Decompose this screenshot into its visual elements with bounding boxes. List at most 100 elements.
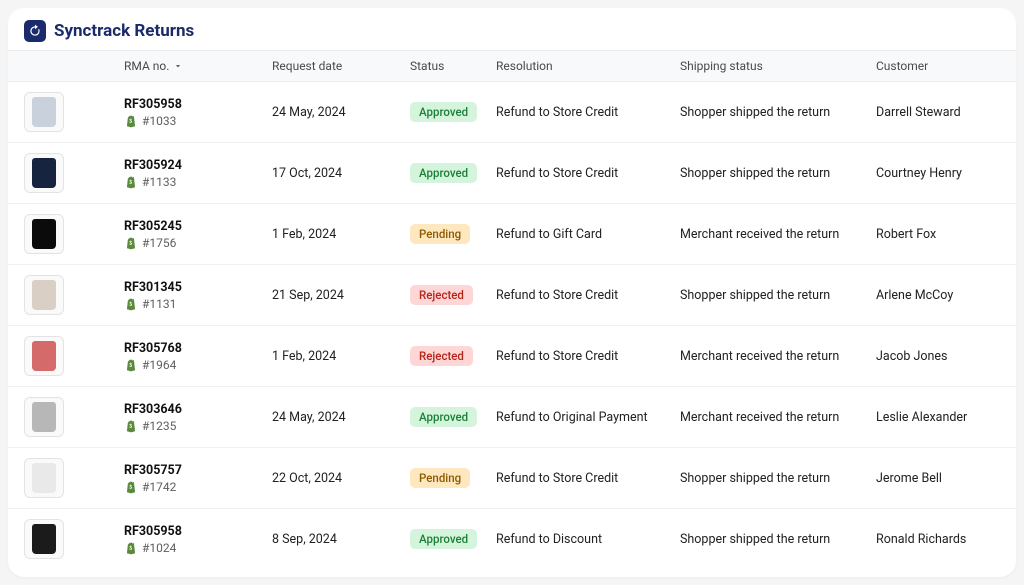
order-number[interactable]: #1131	[142, 297, 176, 311]
resolution: Refund to Store Credit	[496, 288, 680, 303]
product-thumbnail[interactable]	[24, 336, 64, 376]
shopify-bag-icon	[124, 541, 138, 555]
table-row[interactable]: RF303646#123524 May, 2024ApprovedRefund …	[8, 387, 1016, 448]
product-thumb-cell	[24, 153, 124, 193]
table-row[interactable]: RF305958#103324 May, 2024ApprovedRefund …	[8, 82, 1016, 143]
chevron-down-icon	[173, 61, 183, 71]
table-row[interactable]: RF305924 #1133 17 Oct, 2024Approved Refund …	[8, 143, 1016, 204]
shipping-status: Shopper shipped the return	[680, 471, 876, 486]
col-customer[interactable]: Customer	[876, 59, 1016, 73]
rma-number[interactable]: RF305757	[124, 463, 272, 478]
rma-cell: RF305757 #1742	[124, 463, 272, 494]
app-header: Synctrack Returns	[8, 20, 1016, 50]
shipping-status: Shopper shipped the return	[680, 105, 876, 120]
resolution: Refund to Store Credit	[496, 471, 680, 486]
product-thumbnail[interactable]	[24, 458, 64, 498]
rma-number[interactable]: RF305924	[124, 158, 272, 173]
product-thumb-cell	[24, 275, 124, 315]
shopify-bag-icon	[124, 236, 138, 250]
shopify-bag-icon	[124, 358, 138, 372]
product-thumbnail[interactable]	[24, 214, 64, 254]
rma-number[interactable]: RF303646	[124, 402, 272, 417]
product-thumb-cell	[24, 397, 124, 437]
rma-cell: RF305958 #1033	[124, 97, 272, 128]
table-row[interactable]: RF305245#17561 Feb, 2024PendingRefund to…	[8, 204, 1016, 265]
rma-cell: RF303646 #1235	[124, 402, 272, 433]
shopify-bag-icon	[124, 480, 138, 494]
resolution: Refund to Store Credit	[496, 349, 680, 364]
status-cell: Approved	[410, 163, 496, 183]
shipping-status: Shopper shipped the return	[680, 532, 876, 547]
app-frame: Synctrack Returns RMA no. Request date S…	[8, 8, 1016, 577]
resolution: Refund to Store Credit	[496, 105, 680, 120]
product-thumb-cell	[24, 519, 124, 559]
rma-number[interactable]: RF301345	[124, 280, 272, 295]
request-date: 24 May, 2024	[272, 410, 410, 425]
product-thumb-cell	[24, 92, 124, 132]
product-thumbnail[interactable]	[24, 275, 64, 315]
customer-name: Jacob Jones	[876, 349, 1016, 364]
shopify-bag-icon	[124, 297, 138, 311]
shopify-bag-icon	[124, 419, 138, 433]
request-date: 21 Sep, 2024	[272, 288, 410, 303]
rma-cell: RF305768 #1964	[124, 341, 272, 372]
rma-cell: RF301345 #1131	[124, 280, 272, 311]
order-number[interactable]: #1756	[142, 236, 176, 250]
request-date: 1 Feb, 2024	[272, 349, 410, 364]
col-resolution[interactable]: Resolution	[496, 59, 680, 73]
table-body: RF305958 #1033 24 May, 2024 Approved Refund …	[8, 82, 1016, 569]
product-thumbnail[interactable]	[24, 92, 64, 132]
status-cell: Pending	[410, 224, 496, 244]
col-request-date[interactable]: Request date	[272, 59, 410, 73]
product-thumbnail[interactable]	[24, 153, 64, 193]
order-number[interactable]: #1024	[142, 541, 176, 555]
product-thumbnail[interactable]	[24, 519, 64, 559]
order-number[interactable]: #1964	[142, 358, 176, 372]
resolution: Refund to Original Payment	[496, 410, 680, 425]
product-thumbnail[interactable]	[24, 397, 64, 437]
rma-number[interactable]: RF305768	[124, 341, 272, 356]
order-number[interactable]: #1742	[142, 480, 176, 494]
resolution: Refund to Gift Card	[496, 227, 680, 242]
col-status[interactable]: Status	[410, 59, 496, 73]
app-title: Synctrack Returns	[54, 21, 194, 41]
resolution: Refund to Discount	[496, 532, 680, 547]
rma-cell: RF305924 #1133	[124, 158, 272, 189]
order-number[interactable]: #1133	[142, 175, 176, 189]
table-row[interactable]: RF305757 #1742 22 Oct, 2024Pending Refund t…	[8, 448, 1016, 509]
order-number[interactable]: #1033	[142, 114, 176, 128]
customer-name: Courtney Henry	[876, 166, 1016, 181]
col-shipping-status[interactable]: Shipping status	[680, 59, 876, 73]
col-rma[interactable]: RMA no.	[124, 59, 272, 73]
order-number[interactable]: #1235	[142, 419, 176, 433]
shipping-status: Shopper shipped the return	[680, 166, 876, 181]
product-thumb-cell	[24, 214, 124, 254]
rma-number[interactable]: RF305958	[124, 97, 272, 112]
request-date: 17 Oct, 2024	[272, 166, 410, 181]
rma-number[interactable]: RF305245	[124, 219, 272, 234]
table-row[interactable]: RF305958#10248 Sep, 2024ApprovedRefund t…	[8, 509, 1016, 569]
table-row[interactable]: RF305768#19641 Feb, 2024RejectedRefund t…	[8, 326, 1016, 387]
customer-name: Jerome Bell	[876, 471, 1016, 486]
status-cell: Pending	[410, 468, 496, 488]
table-row[interactable]: RF301345 #1131 21 Sep, 2024Rejected Refund …	[8, 265, 1016, 326]
status-cell: Rejected	[410, 285, 496, 305]
resolution: Refund to Store Credit	[496, 166, 680, 181]
status-badge: Pending	[410, 468, 470, 488]
rma-number[interactable]: RF305958	[124, 524, 272, 539]
customer-name: Ronald Richards	[876, 532, 1016, 547]
customer-name: Robert Fox	[876, 227, 1016, 242]
status-badge: Approved	[410, 529, 477, 549]
product-thumb-cell	[24, 336, 124, 376]
status-badge: Approved	[410, 163, 477, 183]
product-thumb-cell	[24, 458, 124, 498]
request-date: 22 Oct, 2024	[272, 471, 410, 486]
col-rma-label: RMA no.	[124, 59, 169, 73]
shipping-status: Shopper shipped the return	[680, 288, 876, 303]
shopify-bag-icon	[124, 175, 138, 189]
shopify-bag-icon	[124, 114, 138, 128]
customer-name: Leslie Alexander	[876, 410, 1016, 425]
rma-cell: RF305245 #1756	[124, 219, 272, 250]
status-badge: Rejected	[410, 285, 473, 305]
customer-name: Arlene McCoy	[876, 288, 1016, 303]
